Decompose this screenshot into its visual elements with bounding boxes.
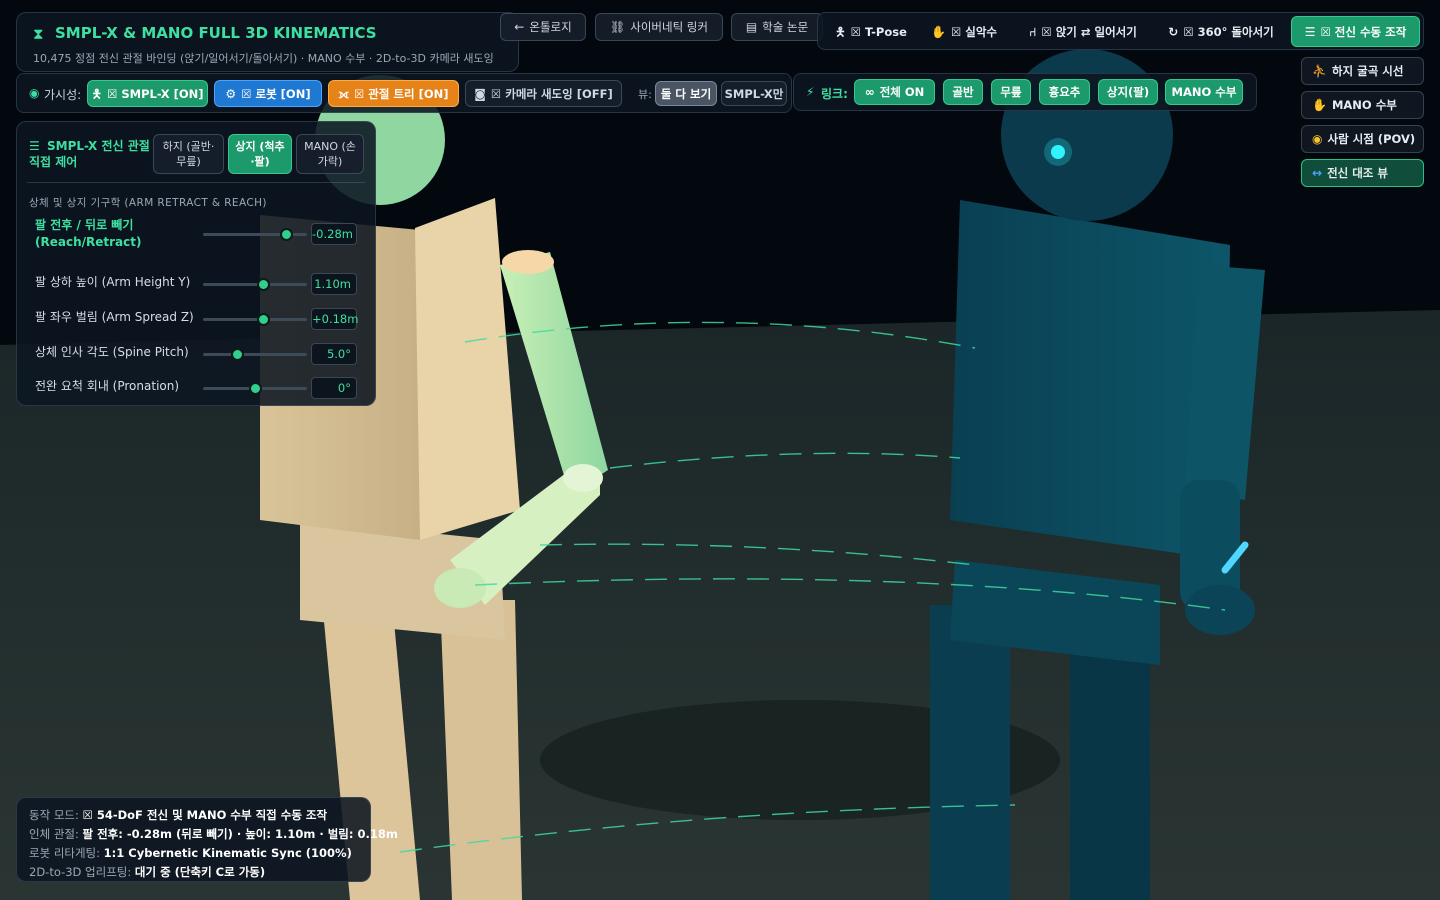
app-subtitle: 10,475 정점 전신 관절 바인딩 (앉기/일어서기/돌아서기) · MAN…: [33, 52, 494, 65]
slider-label: 상체 인사 각도 (Spine Pitch): [35, 345, 189, 359]
link-mano[interactable]: MANO 수부: [1165, 79, 1243, 105]
link-chest[interactable]: 흉요추: [1039, 79, 1090, 105]
view-label: 뷰:: [638, 88, 652, 101]
compare-view-button[interactable]: ↔ 전신 대조 뷰: [1301, 159, 1424, 187]
section-heading: 상체 및 상지 기구학 (ARM RETRACT & REACH): [29, 197, 267, 209]
ontology-button[interactable]: ← 온톨로지: [500, 13, 586, 41]
slider-knob[interactable]: [249, 382, 262, 395]
slider-track[interactable]: [203, 353, 307, 356]
lower-gaze-view-button[interactable]: ⛹ 하지 굴곡 시선: [1301, 57, 1424, 85]
panel-divider: [27, 182, 365, 183]
status-robot: 로봇 리타게팅: 1:1 Cybernetic Kinematic Sync (…: [29, 846, 352, 860]
link-knee[interactable]: 무릎: [991, 79, 1031, 105]
robot-icon: ⚙: [225, 86, 237, 101]
slider-label: 팔 좌우 벌림 (Arm Spread Z): [35, 310, 194, 324]
tab-mano-fingers[interactable]: MANO (손가락): [296, 134, 364, 174]
camera-icon: ◙: [474, 86, 486, 101]
hand-icon: ✋: [1312, 98, 1327, 112]
slider-value-input[interactable]: +0.18m: [311, 308, 358, 330]
person-icon: 🯅: [835, 25, 846, 39]
arrows-horizontal-icon: ↔: [1312, 166, 1323, 180]
handshake-icon: ✋: [930, 25, 946, 39]
slider-track[interactable]: [203, 318, 307, 321]
link-upper-limb[interactable]: 상지(팔): [1098, 79, 1158, 105]
pov-view-button[interactable]: ◉ 사람 시점 (POV): [1301, 125, 1424, 153]
status-joint: 인체 관절: 팔 전후: -0.28m (뒤로 빼기) · 높이: 1.10m …: [29, 827, 398, 841]
slider-value-input[interactable]: 1.10m: [311, 273, 357, 295]
handshake-button[interactable]: ✋ ☒ 실악수: [922, 18, 1006, 46]
eye-icon: ◉: [29, 86, 40, 100]
link-label: 링크:: [821, 87, 848, 101]
hourglass-icon: ⧗: [33, 25, 44, 43]
slider-knob[interactable]: [280, 228, 294, 241]
person-icon: 🯅: [91, 86, 103, 101]
control-panel-title: SMPL-X 전신 관절 직접 제어: [29, 139, 150, 169]
status-panel: 동작 모드: ☒ 54-DoF 전신 및 MANO 수부 직접 수동 조작 인체…: [16, 797, 398, 882]
toggle-robot[interactable]: ⚙ ☒ 로봇 [ON]: [214, 80, 322, 107]
bolt-icon: ⚡: [806, 85, 815, 99]
link-all-on[interactable]: ∞ 전체 ON: [854, 79, 935, 105]
link-bar: ⚡ 링크: ∞ 전체 ON 골반 무릎 흉요추 상지(팔) MANO 수부: [793, 73, 1257, 111]
paper-button[interactable]: ▤ 학술 논문: [731, 13, 823, 41]
slider-value-input[interactable]: -0.28m: [311, 223, 357, 245]
slider-knob[interactable]: [257, 278, 271, 291]
mano-hand-view-button[interactable]: ✋ MANO 수부: [1301, 91, 1424, 119]
toggle-smplx[interactable]: 🯅 ☒ SMPL-X [ON]: [87, 80, 208, 107]
slider-label: 팔 상하 높이 (Arm Height Y): [35, 275, 191, 289]
stairs-icon: ⛹: [1312, 64, 1327, 78]
tab-upper-limb[interactable]: 상지 (척추·팔): [228, 134, 292, 174]
toggle-camera-shadowing[interactable]: ◙ ☒ 카메라 새도잉 [OFF]: [465, 80, 622, 107]
slider-label: 전완 요척 회내 (Pronation): [35, 379, 180, 393]
turn360-button[interactable]: ↻ ☒ 360° 돌아서기: [1162, 18, 1280, 46]
sliders-icon: ☰: [1304, 24, 1316, 39]
chair-icon: ⑁: [1029, 25, 1037, 39]
link-icon: ⛓: [610, 20, 626, 34]
slider-label: 팔 전후 / 뒤로 빼기 (Reach/Retract): [35, 218, 142, 249]
manual-control-button[interactable]: ☰ ☒ 전신 수동 조작: [1291, 16, 1420, 47]
cyber-linker-button[interactable]: ⛓ 사이버네틱 링커: [595, 13, 723, 41]
tpose-button[interactable]: 🯅 ☒ T-Pose: [824, 18, 918, 46]
slider-knob[interactable]: [231, 348, 245, 361]
app-title: SMPL-X & MANO FULL 3D KINEMATICS: [55, 24, 377, 42]
status-mode: 동작 모드: ☒ 54-DoF 전신 및 MANO 수부 직접 수동 조작: [29, 808, 328, 822]
sit-stand-button[interactable]: ⑁ ☒ 앉기 ⇄ 일어서기: [1016, 18, 1150, 46]
slider-value-input[interactable]: 0°: [311, 377, 357, 399]
slider-knob[interactable]: [257, 313, 271, 326]
toggle-joint-tree[interactable]: ⟗ ☒ 관절 트리 [ON]: [328, 80, 459, 107]
book-icon: ▤: [745, 20, 758, 34]
view-both-button[interactable]: 둘 다 보기: [655, 81, 717, 106]
bone-icon: ⟗: [338, 86, 349, 101]
status-uplifting: 2D-to-3D 업리프팅: 대기 중 (단축키 C로 가동): [29, 865, 266, 879]
view-smplx-only-button[interactable]: SMPL-X만: [721, 81, 787, 106]
infinity-icon: ∞: [864, 85, 875, 99]
joint-control-panel: ☰ SMPL-X 전신 관절 직접 제어 하지 (골반·무릎) 상지 (척추·팔…: [16, 121, 376, 406]
arrow-left-icon: ←: [514, 20, 525, 34]
link-pelvis[interactable]: 골반: [943, 79, 983, 105]
eye-icon: ◉: [1312, 132, 1323, 146]
slider-value-input[interactable]: 5.0°: [311, 343, 357, 365]
visibility-bar: ◉ 가시성: 🯅 ☒ SMPL-X [ON] ⚙ ☒ 로봇 [ON] ⟗ ☒ 관…: [16, 73, 792, 113]
slider-track[interactable]: [203, 283, 307, 286]
tab-lower-limb[interactable]: 하지 (골반·무릎): [153, 134, 224, 174]
visibility-label: 가시성:: [44, 88, 82, 102]
header-panel: ⧗ SMPL-X & MANO FULL 3D KINEMATICS 10,47…: [16, 12, 519, 72]
rotate-icon: ↻: [1168, 25, 1179, 39]
pose-toolbar: 🯅 ☒ T-Pose ✋ ☒ 실악수 ⑁ ☒ 앉기 ⇄ 일어서기 ↻ ☒ 360…: [817, 12, 1424, 50]
